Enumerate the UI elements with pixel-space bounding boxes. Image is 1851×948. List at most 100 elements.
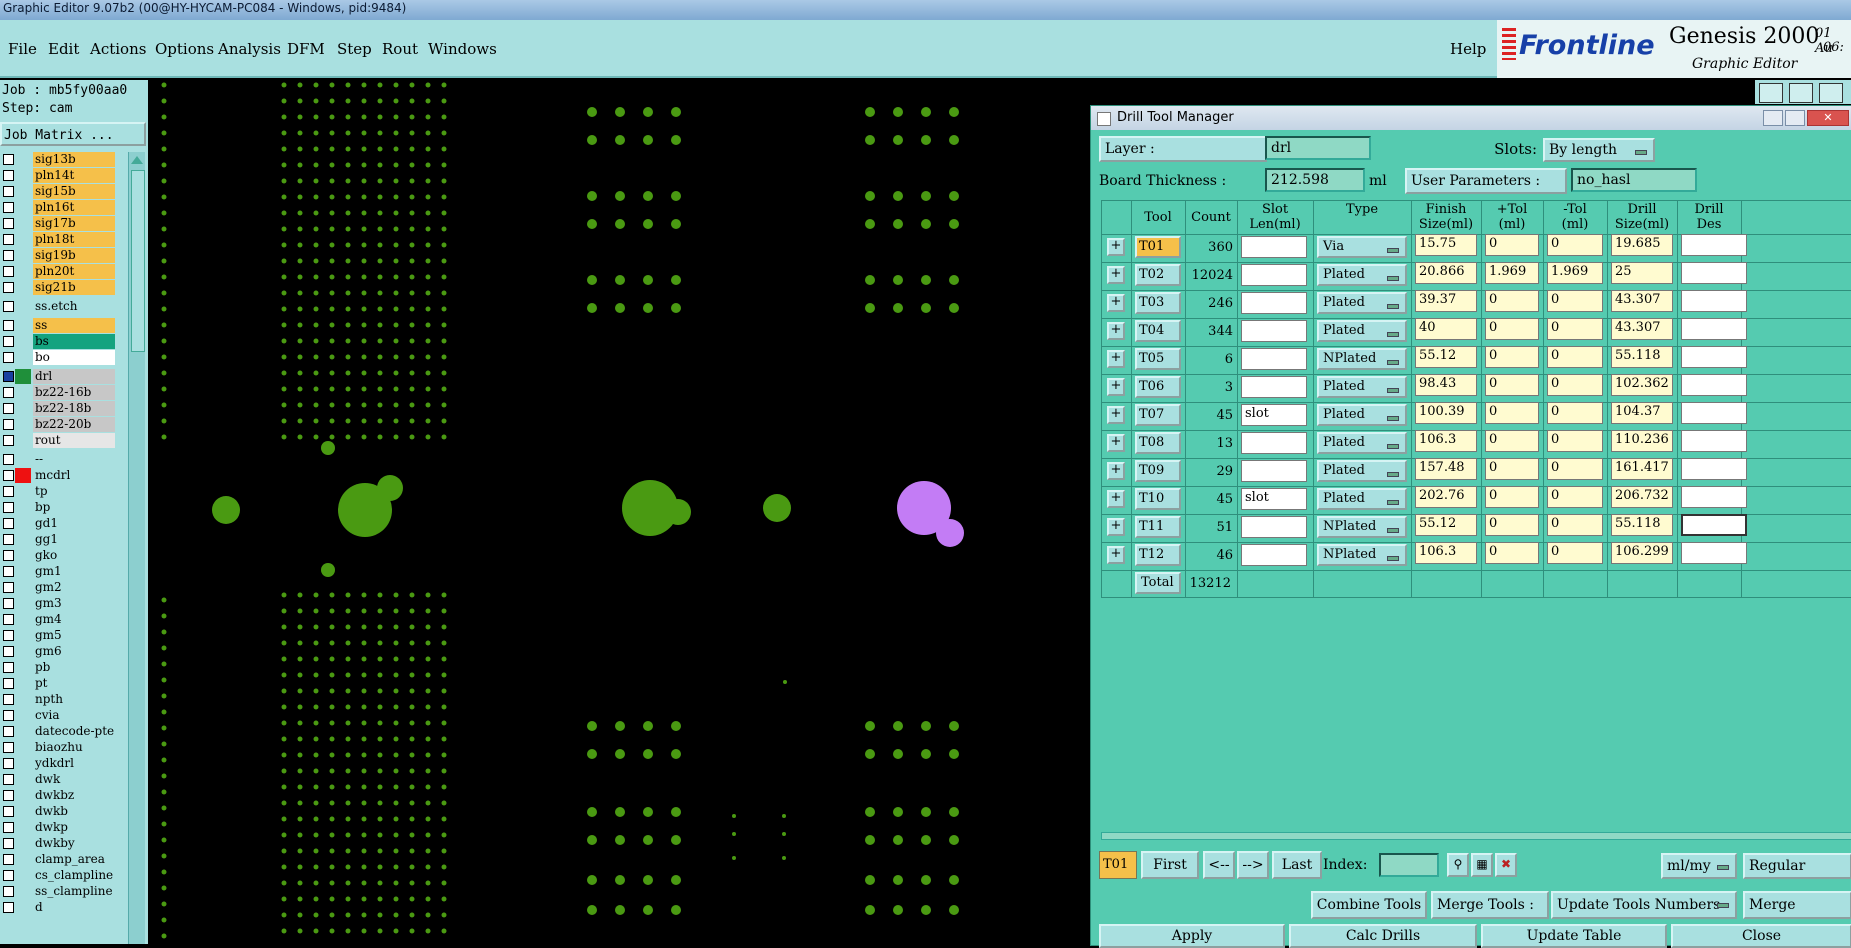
layer-checkbox[interactable] — [3, 371, 14, 382]
minus-tol-field[interactable]: 0 — [1547, 430, 1603, 452]
layer-checkbox[interactable] — [3, 630, 14, 641]
plus-tol-field[interactable]: 0 — [1485, 318, 1539, 340]
plus-tol-field[interactable]: 0 — [1485, 430, 1539, 452]
slot-length-field[interactable] — [1241, 544, 1307, 566]
layer-row[interactable]: pb — [0, 660, 116, 675]
tool-type-dropdown[interactable]: Plated — [1317, 460, 1407, 482]
finish-size-field[interactable]: 106.3 — [1415, 542, 1477, 564]
layer-name[interactable]: ss_clampline — [33, 884, 115, 899]
layer-name[interactable]: ydkdrl — [33, 756, 115, 771]
layer-checkbox[interactable] — [3, 550, 14, 561]
layer-name[interactable]: mcdrl — [33, 468, 115, 483]
slot-length-field[interactable] — [1241, 516, 1307, 538]
layer-name[interactable]: sig15b — [33, 184, 115, 199]
layer-row[interactable]: tp — [0, 484, 116, 499]
layer-name[interactable]: dwkbz — [33, 788, 115, 803]
layer-name[interactable]: datecode-pte — [33, 724, 115, 739]
drill-des-field[interactable] — [1681, 374, 1747, 396]
mode-dropdown[interactable]: Regular — [1743, 853, 1851, 879]
layer-checkbox[interactable] — [3, 726, 14, 737]
layer-row[interactable]: bz22-16b — [0, 385, 116, 400]
layer-field[interactable]: drl — [1265, 136, 1371, 160]
tool-type-dropdown[interactable]: Plated — [1317, 292, 1407, 314]
layer-checkbox[interactable] — [3, 646, 14, 657]
layer-checkbox[interactable] — [3, 218, 14, 229]
layer-name[interactable]: d — [33, 900, 115, 915]
layer-checkbox[interactable] — [3, 566, 14, 577]
slot-length-field[interactable] — [1241, 264, 1307, 286]
minus-tol-field[interactable]: 0 — [1547, 514, 1603, 536]
layer-name[interactable]: bs — [33, 334, 115, 349]
layer-name[interactable]: npth — [33, 692, 115, 707]
maximize-icon[interactable] — [1785, 110, 1805, 126]
layer-row[interactable]: sig13b — [0, 152, 116, 167]
minus-tol-field[interactable]: 0 — [1547, 458, 1603, 480]
slot-length-field[interactable] — [1241, 460, 1307, 482]
finish-size-field[interactable]: 100.39 — [1415, 402, 1477, 424]
tool-type-dropdown[interactable]: NPlated — [1317, 348, 1407, 370]
row-expand-icon[interactable]: + — [1107, 238, 1125, 256]
layer-checkbox[interactable] — [3, 282, 14, 293]
layer-row[interactable]: -- — [0, 452, 116, 467]
layer-checkbox[interactable] — [3, 202, 14, 213]
layer-row[interactable]: gg1 — [0, 532, 116, 547]
layer-checkbox[interactable] — [3, 870, 14, 881]
menu-actions[interactable]: Actions — [90, 40, 146, 58]
layer-checkbox[interactable] — [3, 534, 14, 545]
menu-dfm[interactable]: DFM — [287, 40, 325, 58]
layer-row[interactable]: datecode-pte — [0, 724, 116, 739]
drill-size-field[interactable]: 55.118 — [1611, 346, 1673, 368]
layer-name[interactable]: ss — [33, 318, 115, 333]
drill-size-field[interactable]: 106.299 — [1611, 542, 1673, 564]
slots-dropdown[interactable]: By length — [1543, 138, 1655, 162]
slot-length-field[interactable]: slot — [1241, 404, 1307, 426]
plus-tol-field[interactable]: 0 — [1485, 374, 1539, 396]
merge-button[interactable]: Merge — [1743, 891, 1851, 919]
drill-size-field[interactable]: 161.417 — [1611, 458, 1673, 480]
layer-checkbox[interactable] — [3, 758, 14, 769]
layer-name[interactable]: dwk — [33, 772, 115, 787]
layer-row[interactable]: drl — [0, 369, 116, 384]
layer-row[interactable]: gm4 — [0, 612, 116, 627]
layer-row[interactable]: pln20t — [0, 264, 116, 279]
scroll-thumb[interactable] — [131, 170, 145, 352]
row-expand-icon[interactable]: + — [1107, 322, 1125, 340]
drill-size-field[interactable]: 102.362 — [1611, 374, 1673, 396]
plus-tol-field[interactable]: 0 — [1485, 542, 1539, 564]
layer-name[interactable]: pln16t — [33, 200, 115, 215]
layer-checkbox[interactable] — [3, 822, 14, 833]
graphic-canvas[interactable] — [148, 80, 1090, 944]
close-button[interactable]: Close — [1671, 924, 1851, 948]
layer-row[interactable]: pln14t — [0, 168, 116, 183]
layer-name[interactable]: gm5 — [33, 628, 115, 643]
layer-row[interactable]: gm1 — [0, 564, 116, 579]
layer-name[interactable]: dwkb — [33, 804, 115, 819]
layer-row[interactable]: bp — [0, 500, 116, 515]
layer-checkbox[interactable] — [3, 518, 14, 529]
row-expand-icon[interactable]: + — [1107, 294, 1125, 312]
layer-row[interactable]: sig21b — [0, 280, 116, 295]
layer-row[interactable]: npth — [0, 692, 116, 707]
layer-name[interactable]: sig21b — [33, 280, 115, 295]
pin-icon[interactable] — [1759, 83, 1783, 103]
calc-drills-button[interactable]: Calc Drills — [1289, 924, 1477, 948]
layer-name[interactable]: sig13b — [33, 152, 115, 167]
layer-row[interactable]: clamp_area — [0, 852, 116, 867]
drill-des-field[interactable] — [1681, 318, 1747, 340]
finish-size-field[interactable]: 39.37 — [1415, 290, 1477, 312]
layer-checkbox[interactable] — [3, 186, 14, 197]
layer-name[interactable]: cvia — [33, 708, 115, 723]
layer-row[interactable]: sig19b — [0, 248, 116, 263]
layer-name[interactable]: bz22-20b — [33, 417, 115, 432]
layer-row[interactable]: dwkby — [0, 836, 116, 851]
row-expand-icon[interactable]: + — [1107, 546, 1125, 564]
layer-row[interactable]: ss.etch — [0, 299, 116, 314]
layer-row[interactable]: mcdrl — [0, 468, 116, 483]
layer-row[interactable]: cs_clampline — [0, 868, 116, 883]
row-expand-icon[interactable]: + — [1107, 266, 1125, 284]
layer-row[interactable]: bz22-20b — [0, 417, 116, 432]
grid-icon[interactable]: ▦ — [1471, 853, 1493, 877]
layer-name[interactable]: gm4 — [33, 612, 115, 627]
layer-row[interactable]: gm3 — [0, 596, 116, 611]
layer-name[interactable]: bo — [33, 350, 115, 365]
